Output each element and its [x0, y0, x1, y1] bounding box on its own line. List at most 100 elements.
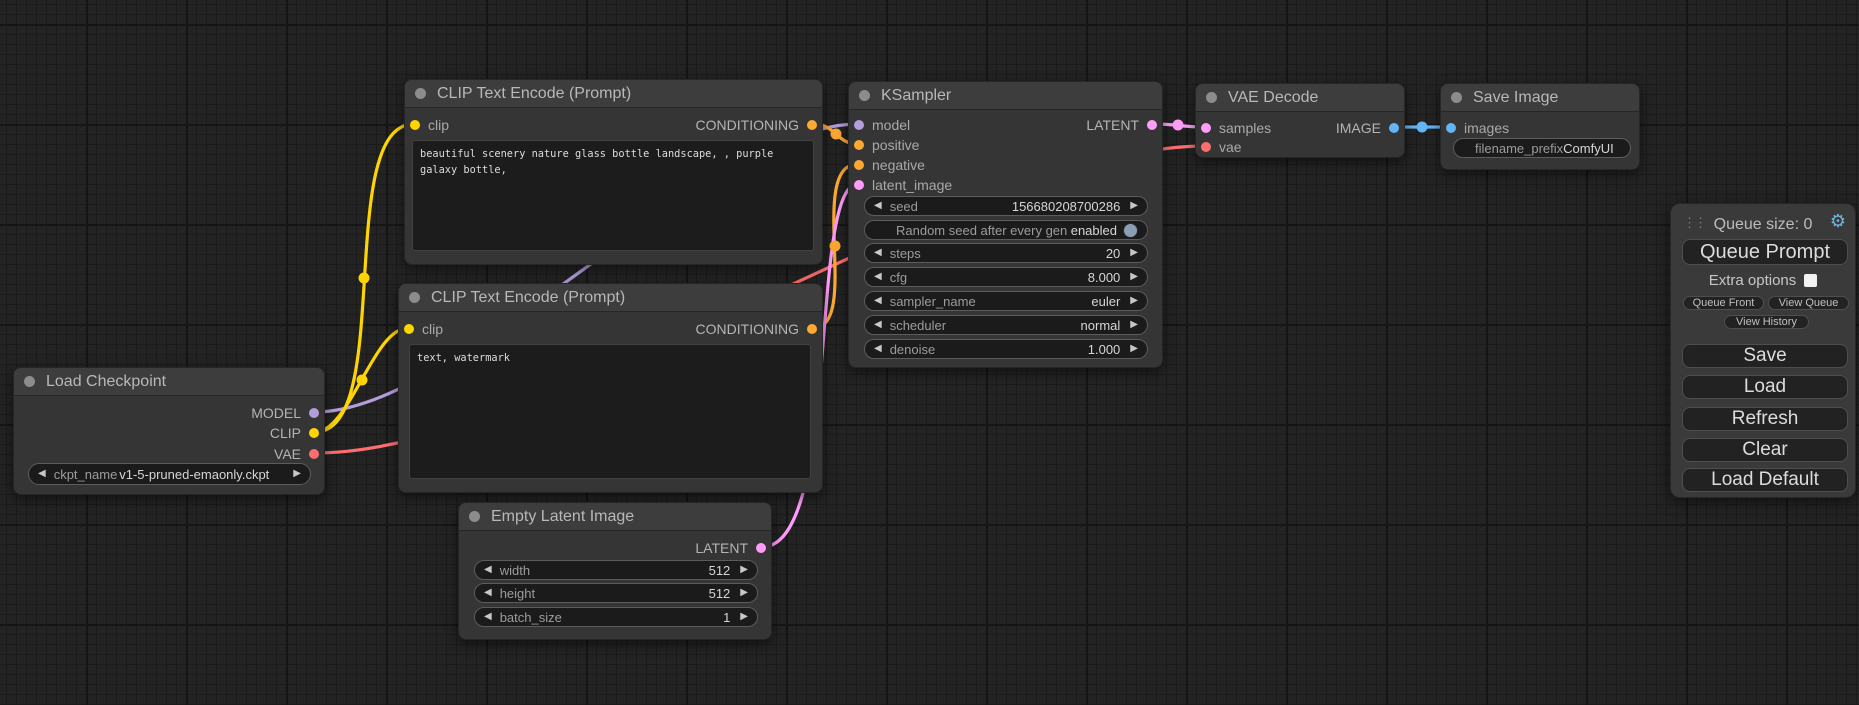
width-widget[interactable]: ◀ width 512 ▶: [474, 560, 758, 580]
scheduler-widget[interactable]: ◀ scheduler normal ▶: [864, 315, 1148, 335]
filename-prefix-widget[interactable]: filename_prefix ComfyUI: [1453, 138, 1631, 158]
clip-input-dot[interactable]: [404, 324, 414, 334]
prev-arrow-icon[interactable]: ◀: [874, 201, 882, 211]
vae-output-dot[interactable]: [309, 449, 319, 459]
node-title-bar[interactable]: Load Checkpoint: [14, 368, 324, 396]
next-arrow-icon[interactable]: ▶: [1130, 272, 1138, 282]
node-clip-text-encode-negative[interactable]: CLIP Text Encode (Prompt) clip CONDITION…: [398, 283, 823, 493]
denoise-widget[interactable]: ◀ denoise 1.000 ▶: [864, 339, 1148, 359]
output-slot-clip[interactable]: CLIP: [270, 423, 319, 443]
collapse-dot-icon[interactable]: [1206, 92, 1217, 103]
latent-input-dot[interactable]: [854, 180, 864, 190]
latent-input-dot[interactable]: [1201, 123, 1211, 133]
input-slot-images[interactable]: images: [1446, 118, 1509, 138]
node-save-image[interactable]: Save Image images filename_prefix ComfyU…: [1440, 83, 1640, 170]
input-slot-vae[interactable]: vae: [1201, 137, 1242, 157]
prev-arrow-icon[interactable]: ◀: [874, 296, 882, 306]
output-slot-model[interactable]: MODEL: [251, 403, 319, 423]
next-arrow-icon[interactable]: ▶: [740, 565, 748, 575]
next-arrow-icon[interactable]: ▶: [1130, 201, 1138, 211]
height-widget[interactable]: ◀ height 512 ▶: [474, 583, 758, 603]
output-slot-conditioning[interactable]: CONDITIONING: [696, 319, 817, 339]
model-input-dot[interactable]: [854, 120, 864, 130]
input-slot-positive[interactable]: positive: [854, 135, 919, 155]
ckpt-name-widget[interactable]: ◀ ckpt_name v1-5-pruned-emaonly.ckpt ▶: [28, 463, 311, 485]
node-empty-latent-image[interactable]: Empty Latent Image LATENT ◀ width 512 ▶ …: [458, 502, 772, 640]
sampler-name-widget[interactable]: ◀ sampler_name euler ▶: [864, 291, 1148, 311]
extra-options-checkbox[interactable]: [1804, 274, 1817, 287]
collapse-dot-icon[interactable]: [1451, 92, 1462, 103]
prev-arrow-icon[interactable]: ◀: [874, 344, 882, 354]
toggle-circle-icon[interactable]: [1123, 223, 1138, 238]
conditioning-output-dot[interactable]: [807, 324, 817, 334]
model-output-dot[interactable]: [309, 408, 319, 418]
load-default-button[interactable]: Load Default: [1682, 468, 1848, 492]
prev-arrow-icon[interactable]: ◀: [38, 469, 46, 479]
refresh-button[interactable]: Refresh: [1682, 407, 1848, 431]
queue-prompt-button[interactable]: Queue Prompt: [1682, 239, 1848, 265]
next-arrow-icon[interactable]: ▶: [1130, 296, 1138, 306]
node-load-checkpoint[interactable]: Load Checkpoint MODEL CLIP VAE ◀ ckpt_na…: [13, 367, 325, 495]
node-title-bar[interactable]: Save Image: [1441, 84, 1639, 112]
vae-input-dot[interactable]: [1201, 142, 1211, 152]
output-slot-latent[interactable]: LATENT: [1086, 115, 1157, 135]
view-queue-button[interactable]: View Queue: [1768, 296, 1849, 310]
input-slot-samples[interactable]: samples: [1201, 118, 1271, 138]
steps-widget[interactable]: ◀ steps 20 ▶: [864, 243, 1148, 263]
next-arrow-icon[interactable]: ▶: [293, 469, 301, 479]
output-slot-latent[interactable]: LATENT: [695, 538, 766, 558]
collapse-dot-icon[interactable]: [415, 88, 426, 99]
prev-arrow-icon[interactable]: ◀: [874, 272, 882, 282]
next-arrow-icon[interactable]: ▶: [740, 588, 748, 598]
clip-output-dot[interactable]: [309, 428, 319, 438]
view-history-button[interactable]: View History: [1724, 315, 1809, 329]
random-seed-toggle-widget[interactable]: Random seed after every gen enabled: [864, 220, 1148, 240]
node-title-bar[interactable]: KSampler: [849, 82, 1162, 110]
prev-arrow-icon[interactable]: ◀: [874, 248, 882, 258]
node-ksampler[interactable]: KSampler model positive negative latent_…: [848, 81, 1163, 368]
load-button[interactable]: Load: [1682, 375, 1848, 399]
conditioning-input-dot[interactable]: [854, 140, 864, 150]
collapse-dot-icon[interactable]: [469, 511, 480, 522]
collapse-dot-icon[interactable]: [859, 90, 870, 101]
conditioning-input-dot[interactable]: [854, 160, 864, 170]
next-arrow-icon[interactable]: ▶: [1130, 320, 1138, 330]
next-arrow-icon[interactable]: ▶: [1130, 248, 1138, 258]
input-slot-clip[interactable]: clip: [404, 319, 443, 339]
cfg-widget[interactable]: ◀ cfg 8.000 ▶: [864, 267, 1148, 287]
conditioning-output-dot[interactable]: [807, 120, 817, 130]
prev-arrow-icon[interactable]: ◀: [484, 588, 492, 598]
output-slot-vae[interactable]: VAE: [274, 444, 319, 464]
node-vae-decode[interactable]: VAE Decode samples vae IMAGE: [1195, 83, 1405, 158]
input-slot-model[interactable]: model: [854, 115, 910, 135]
prev-arrow-icon[interactable]: ◀: [484, 565, 492, 575]
seed-widget[interactable]: ◀ seed 156680208700286 ▶: [864, 196, 1148, 216]
node-title-bar[interactable]: Empty Latent Image: [459, 503, 771, 531]
queue-front-button[interactable]: Queue Front: [1683, 296, 1764, 310]
node-title-bar[interactable]: CLIP Text Encode (Prompt): [405, 80, 822, 108]
output-slot-image[interactable]: IMAGE: [1336, 118, 1399, 138]
node-title-bar[interactable]: CLIP Text Encode (Prompt): [399, 284, 822, 312]
collapse-dot-icon[interactable]: [24, 376, 35, 387]
input-slot-negative[interactable]: negative: [854, 155, 925, 175]
prev-arrow-icon[interactable]: ◀: [874, 320, 882, 330]
settings-gear-icon[interactable]: ⚙: [1830, 212, 1846, 230]
next-arrow-icon[interactable]: ▶: [740, 612, 748, 622]
prompt-textarea[interactable]: beautiful scenery nature glass bottle la…: [412, 140, 814, 251]
prev-arrow-icon[interactable]: ◀: [484, 612, 492, 622]
clip-input-dot[interactable]: [410, 120, 420, 130]
input-slot-latent-image[interactable]: latent_image: [854, 175, 952, 195]
clear-button[interactable]: Clear: [1682, 438, 1848, 462]
collapse-dot-icon[interactable]: [409, 292, 420, 303]
latent-output-dot[interactable]: [756, 543, 766, 553]
input-slot-clip[interactable]: clip: [410, 115, 449, 135]
image-output-dot[interactable]: [1389, 123, 1399, 133]
latent-output-dot[interactable]: [1147, 120, 1157, 130]
prompt-textarea[interactable]: text, watermark: [409, 344, 811, 479]
output-slot-conditioning[interactable]: CONDITIONING: [696, 115, 817, 135]
batch-size-widget[interactable]: ◀ batch_size 1 ▶: [474, 607, 758, 627]
node-clip-text-encode-positive[interactable]: CLIP Text Encode (Prompt) clip CONDITION…: [404, 79, 823, 265]
save-button[interactable]: Save: [1682, 344, 1848, 368]
image-input-dot[interactable]: [1446, 123, 1456, 133]
next-arrow-icon[interactable]: ▶: [1130, 344, 1138, 354]
